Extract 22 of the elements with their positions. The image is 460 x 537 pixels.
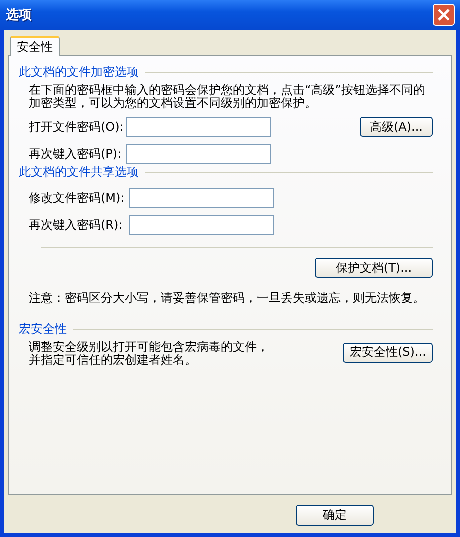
description-text: 调整安全级别以打开可能包含宏病毒的文件，并指定可信任的宏创建者姓名。 <box>29 341 270 367</box>
password-field[interactable] <box>126 117 271 137</box>
close-icon <box>438 9 450 21</box>
password-field[interactable] <box>129 215 274 235</box>
section-title: 此文档的文件共享选项 <box>19 164 139 181</box>
section-title: 此文档的文件加密选项 <box>19 64 139 81</box>
ok-button[interactable]: 确定 <box>296 505 374 526</box>
window-title: 选项 <box>6 7 32 24</box>
macro-security-button[interactable]: 宏安全性(S)... <box>343 342 433 362</box>
advanced-button[interactable]: 高级(A)... <box>360 117 433 137</box>
field-label: 打开文件密码(O): <box>29 118 125 136</box>
field-label: 再次键入密码(R): <box>29 216 124 234</box>
tab[interactable]: 安全性 <box>10 36 60 56</box>
field-label: 修改文件密码(M): <box>29 190 126 206</box>
field-label: 再次键入密码(P): <box>29 146 123 162</box>
close-button[interactable] <box>433 4 455 26</box>
password-field[interactable] <box>126 144 271 164</box>
section-title: 宏安全性 <box>19 321 67 338</box>
description-text: 在下面的密码框中输入的密码会保护您的文档，点击“高级”按钮选择不同的加密类型，可以为您的文档设置不同级别的加密保护。 <box>29 84 426 110</box>
note-text: 注意：密码区分大小写，请妥善保管密码，一旦丢失或遗忘，则无法恢复。 <box>29 290 426 307</box>
protect-document-button[interactable]: 保护文档(T)... <box>315 258 433 278</box>
password-field[interactable] <box>129 188 274 208</box>
